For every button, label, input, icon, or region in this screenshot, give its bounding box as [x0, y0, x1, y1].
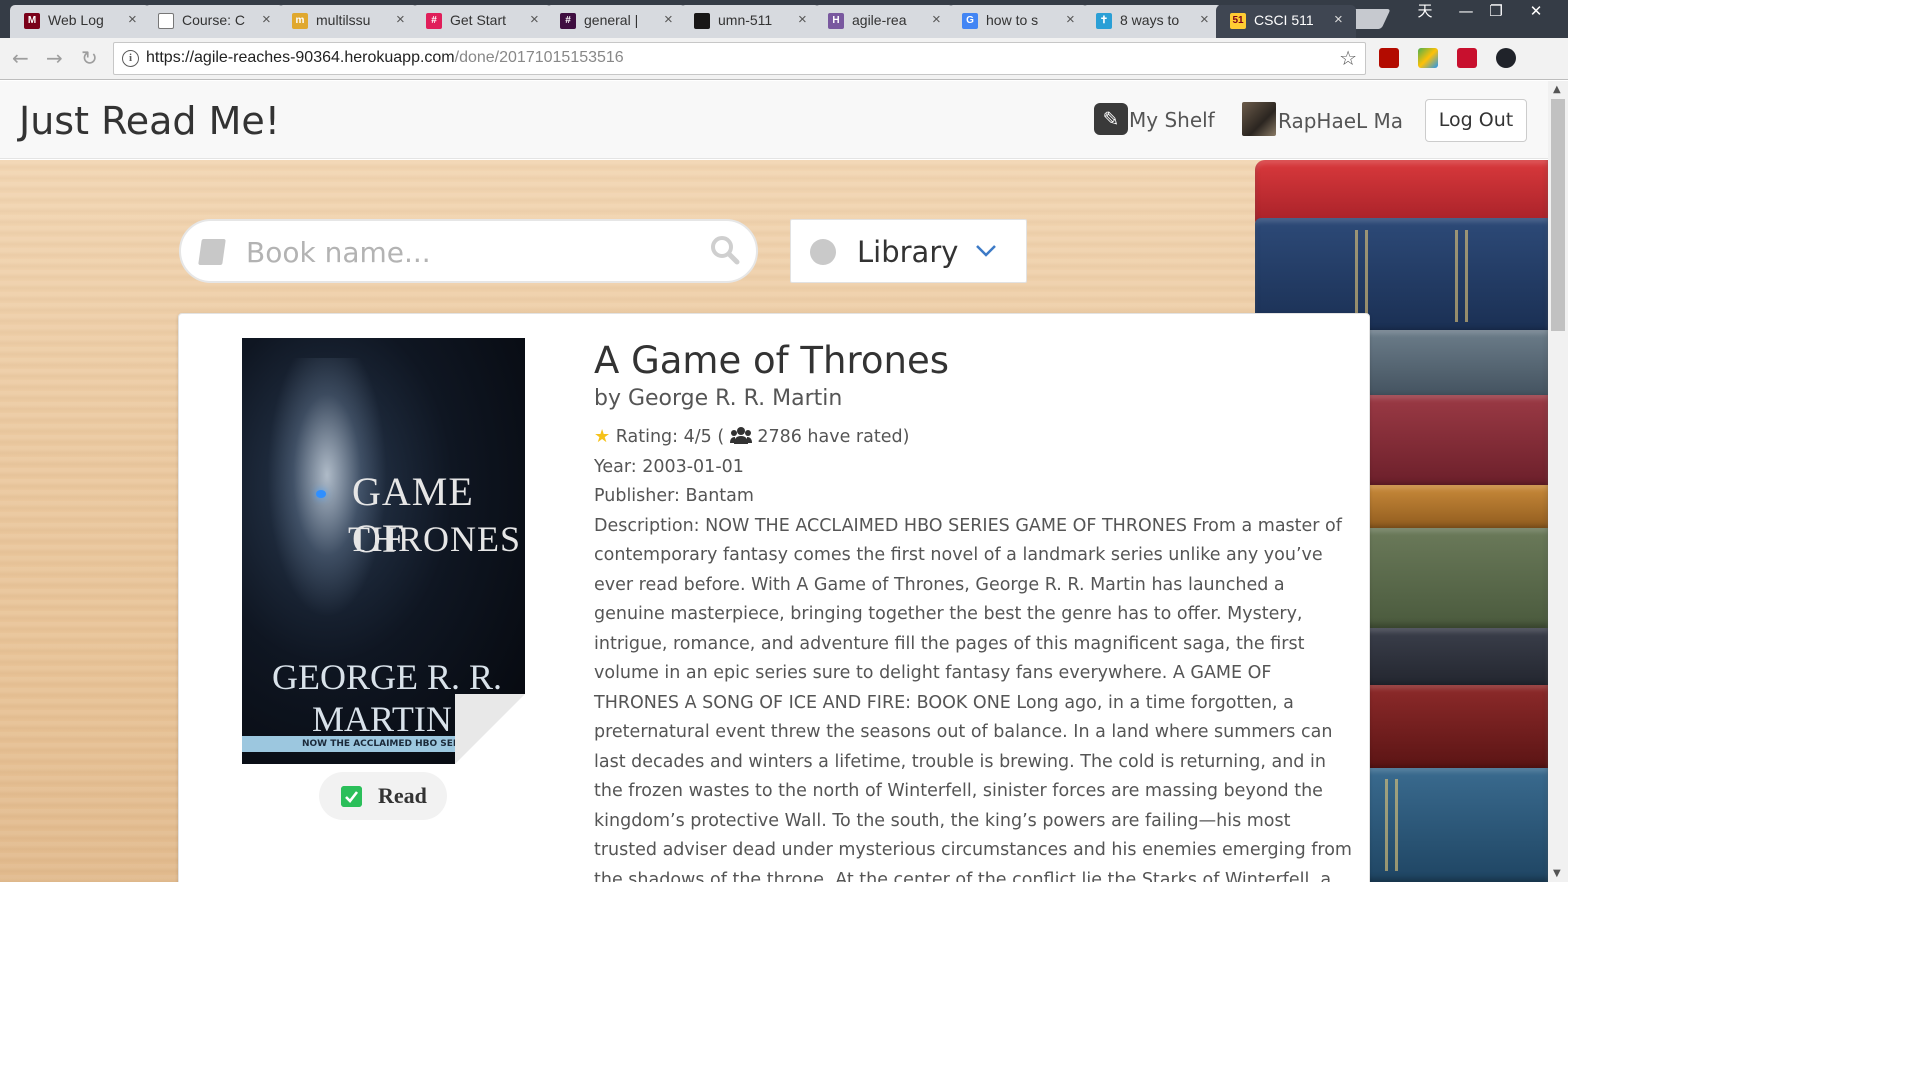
tab-title: how to s: [986, 12, 1039, 28]
tab-title: CSCI 511: [1254, 12, 1314, 28]
browser-tab[interactable]: # Get Start ×: [412, 5, 552, 38]
browser-tab[interactable]: Hagile-rea ×: [814, 5, 954, 38]
ime-indicator[interactable]: 天: [1408, 0, 1442, 24]
browser-tab[interactable]: ✝ 8 ways to ×: [1082, 5, 1222, 38]
read-status-label: Read: [378, 783, 427, 808]
cover-title-line2: THRONES: [348, 519, 522, 559]
tab-close-icon[interactable]: ×: [932, 11, 941, 28]
tab-favicon-icon: [694, 13, 710, 29]
globe-icon: [810, 239, 836, 265]
color-extension-icon[interactable]: [1418, 48, 1438, 68]
site-brand[interactable]: Just Read Me!: [19, 99, 280, 143]
read-status-button[interactable]: Read: [319, 772, 447, 820]
url-text[interactable]: https://agile-reaches-90364.herokuapp.co…: [146, 49, 624, 67]
chevron-down-icon: [976, 245, 996, 257]
minimize-button[interactable]: —: [1449, 0, 1483, 24]
tab-favicon-icon: M: [24, 13, 40, 29]
star-icon: ★: [594, 426, 611, 447]
tab-close-icon[interactable]: ×: [530, 11, 539, 28]
tab-favicon-icon: #: [560, 13, 576, 29]
tab-close-icon[interactable]: ×: [1066, 11, 1075, 28]
tab-title: agile-rea: [852, 12, 907, 28]
pencil-icon: ✎: [1094, 103, 1128, 135]
tab-close-icon[interactable]: ×: [262, 11, 271, 28]
tab-favicon-icon: ✝: [1096, 13, 1112, 29]
tab-close-icon[interactable]: ×: [396, 11, 405, 28]
page-scrollbar[interactable]: ▲ ▼: [1548, 81, 1568, 882]
browser-toolbar: ← → ↻ i https://agile-reaches-90364.hero…: [0, 38, 1568, 80]
tab-title: 8 ways to: [1120, 12, 1180, 28]
site-header: Just Read Me! ✎ My Shelf RapHaeL Ma Log …: [0, 81, 1548, 159]
book-rating: ★ Rating: 4/5 ( 2786 have rated): [594, 422, 1354, 453]
scrollbar-thumb[interactable]: [1551, 99, 1565, 331]
back-arrow-icon[interactable]: ←: [12, 46, 29, 70]
book-info: A Game of Thrones by George R. R. Martin…: [594, 338, 1354, 882]
tab-close-icon[interactable]: ×: [798, 11, 807, 28]
book-description: Description: NOW THE ACCLAIMED HBO SERIE…: [594, 515, 1352, 883]
cover-author-line1: GEORGE R. R.: [272, 657, 503, 697]
browser-tab[interactable]: umn-511 ×: [680, 5, 820, 38]
tab-favicon-icon: m: [292, 13, 308, 29]
tab-favicon-icon: G: [962, 13, 978, 29]
browser-tab[interactable]: 51 CSCI 511 ×: [1216, 5, 1356, 38]
source-selected-label: Library: [857, 235, 959, 269]
browser-tab[interactable]: Course: C ×: [144, 5, 284, 38]
book-search-input[interactable]: [246, 233, 686, 271]
pdf-extension-icon[interactable]: [1379, 48, 1399, 68]
tab-close-icon[interactable]: ×: [1200, 11, 1209, 28]
users-icon: [729, 427, 752, 444]
flash-extension-icon[interactable]: [1457, 48, 1477, 68]
page-curl: [455, 694, 525, 764]
book-title: A Game of Thrones: [594, 339, 949, 382]
browser-tab[interactable]: m multilssu ×: [278, 5, 418, 38]
book-cover-image: GAME OF THRONES GEORGE R. R. MARTIN NOW …: [242, 338, 525, 764]
address-bar[interactable]: i https://agile-reaches-90364.herokuapp.…: [113, 42, 1366, 75]
reload-icon[interactable]: ↻: [81, 46, 98, 70]
browser-tab[interactable]: # general | ×: [546, 5, 686, 38]
tab-title: multilssu: [316, 12, 371, 28]
scroll-down-icon[interactable]: ▼: [1553, 868, 1561, 879]
book-author: by George R. R. Martin: [594, 386, 843, 411]
tab-favicon-icon: 51: [1230, 13, 1246, 29]
book-detail-card: GAME OF THRONES GEORGE R. R. MARTIN NOW …: [178, 313, 1370, 882]
tab-close-icon[interactable]: ×: [664, 11, 673, 28]
tab-title: Course: C: [182, 12, 246, 28]
cover-author-line2: MARTIN: [312, 699, 452, 739]
react-devtools-icon[interactable]: [1496, 48, 1516, 68]
tab-title: Web Log: [48, 12, 104, 28]
user-name: RapHaeL Ma: [1278, 109, 1404, 133]
tab-close-icon[interactable]: ×: [128, 11, 137, 28]
restore-button[interactable]: ❐: [1479, 0, 1513, 24]
book-publisher: Publisher: Bantam: [594, 486, 754, 506]
scroll-up-icon[interactable]: ▲: [1553, 84, 1561, 95]
tab-favicon-icon: #: [426, 13, 442, 29]
tab-title: Get Start: [450, 12, 507, 28]
main-content: Library GAME OF THRONES GEORGE R. R. MAR…: [0, 160, 1548, 882]
logout-button[interactable]: Log Out: [1425, 99, 1527, 142]
tab-title: umn-511: [718, 12, 773, 28]
book-year: Year: 2003-01-01: [594, 456, 744, 477]
avatar: [1242, 102, 1276, 136]
browser-tab[interactable]: M Web Log ×: [10, 5, 150, 38]
close-window-button[interactable]: ✕: [1519, 0, 1553, 24]
browser-tab[interactable]: Ghow to s ×: [948, 5, 1088, 38]
bookmark-star-icon[interactable]: ☆: [1339, 46, 1357, 70]
tab-title: general |: [584, 12, 639, 28]
tab-favicon-icon: [158, 13, 174, 29]
checkbox-checked-icon: [341, 786, 362, 807]
search-icon[interactable]: [710, 235, 740, 265]
tab-favicon-icon: H: [828, 13, 844, 29]
site-info-icon[interactable]: i: [122, 50, 139, 67]
book-icon: [198, 239, 226, 265]
book-search-box: [179, 219, 758, 283]
tab-close-icon[interactable]: ×: [1334, 11, 1343, 28]
my-shelf-label: My Shelf: [1129, 108, 1215, 132]
source-dropdown[interactable]: Library: [790, 219, 1027, 283]
browser-tab-strip: M Web Log × Course: C × m multilssu × # Get Start…: [0, 0, 1568, 38]
forward-arrow-icon[interactable]: →: [46, 46, 63, 70]
